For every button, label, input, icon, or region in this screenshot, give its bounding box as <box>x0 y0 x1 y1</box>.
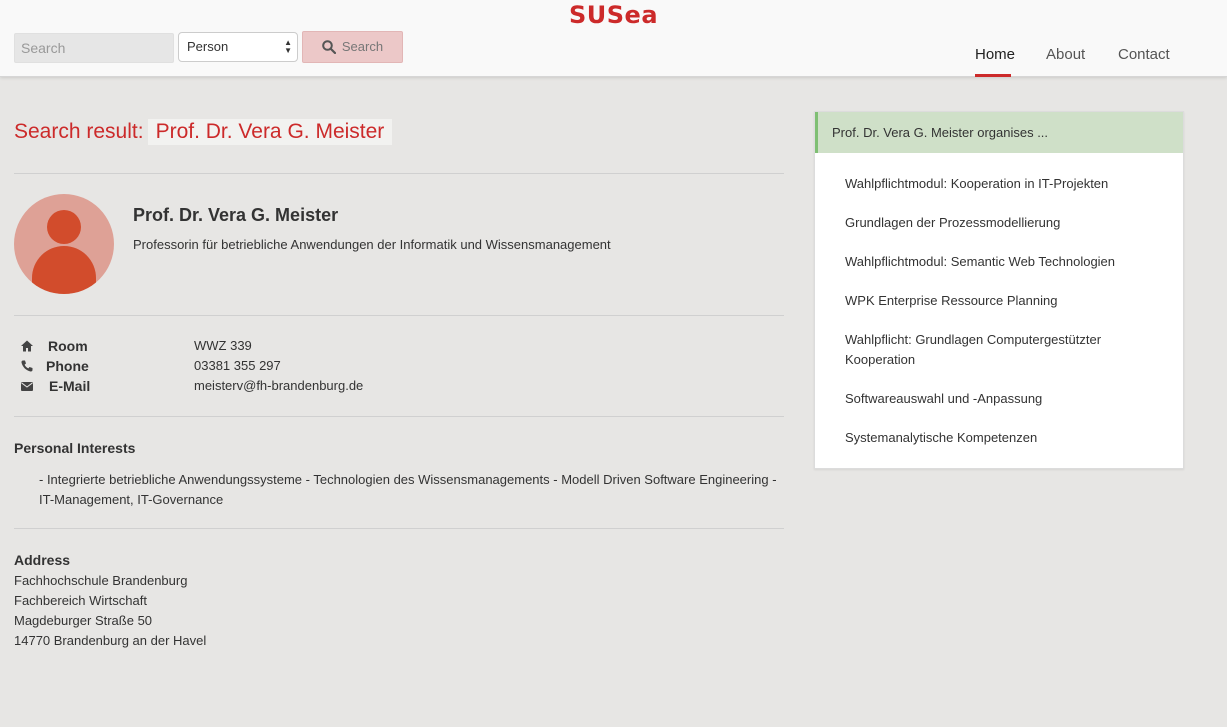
nav-about[interactable]: About <box>1046 46 1085 63</box>
phone-value: 03381 355 297 <box>194 358 281 373</box>
avatar <box>14 194 114 294</box>
person-name: Prof. Dr. Vera G. Meister <box>133 205 339 225</box>
divider <box>14 528 784 529</box>
search-result-query: Prof. Dr. Vera G. Meister <box>147 119 393 145</box>
phone-label: Phone <box>46 358 89 374</box>
search-result-label: Search result: <box>14 120 144 143</box>
address-line: Fachhochschule Brandenburg <box>14 573 188 588</box>
active-nav-indicator <box>975 74 1011 77</box>
organises-panel-title: Prof. Dr. Vera G. Meister organises ... <box>815 112 1183 153</box>
course-item[interactable]: Softwareauswahl und -Anpassung <box>845 389 1155 409</box>
email-value[interactable]: meisterv@fh-brandenburg.de <box>194 378 363 393</box>
home-icon <box>21 340 33 352</box>
divider <box>14 173 784 174</box>
top-navbar: SUSea Person ▲▼ Search Home About Contac… <box>0 0 1227 77</box>
search-input[interactable] <box>14 33 174 63</box>
room-label: Room <box>48 338 88 354</box>
address-line: 14770 Brandenburg an der Havel <box>14 633 207 648</box>
divider <box>14 416 784 417</box>
search-result-heading: Search result: Prof. Dr. Vera G. Meister <box>14 119 393 145</box>
brand-logo[interactable]: SUSea <box>0 0 1227 30</box>
interests-text: - Integrierte betriebliche Anwendungssys… <box>39 472 777 507</box>
avatar-head-shape <box>47 210 81 244</box>
avatar-body-shape <box>32 246 96 294</box>
organises-panel: Prof. Dr. Vera G. Meister organises ... … <box>814 111 1184 469</box>
search-type-value: Person <box>187 39 229 54</box>
course-item[interactable]: Wahlpflichtmodul: Kooperation in IT-Proj… <box>845 174 1155 194</box>
interests-title: Personal Interests <box>14 440 136 456</box>
search-button[interactable]: Search <box>302 31 403 63</box>
address-line: Fachbereich Wirtschaft <box>14 593 147 608</box>
envelope-icon <box>21 382 33 391</box>
course-item[interactable]: Grundlagen der Prozessmodellierung <box>845 213 1155 233</box>
address-title: Address <box>14 552 71 568</box>
address-line: Magdeburger Straße 50 <box>14 613 153 628</box>
course-item[interactable]: Systemanalytische Kompetenzen <box>845 428 1155 448</box>
room-value: WWZ 339 <box>194 338 252 353</box>
nav-contact[interactable]: Contact <box>1118 46 1170 63</box>
search-button-label: Search <box>341 39 384 54</box>
select-arrows-icon: ▲ ▼ <box>284 38 292 55</box>
divider <box>14 315 784 316</box>
course-item[interactable]: Wahlpflichtmodul: Semantic Web Technolog… <box>845 252 1155 272</box>
search-icon <box>322 40 336 55</box>
nav-home[interactable]: Home <box>975 46 1015 63</box>
phone-icon <box>21 360 33 372</box>
course-item[interactable]: WPK Enterprise Ressource Planning <box>845 291 1155 311</box>
course-item[interactable]: Wahlpflicht: Grundlagen Computergestützt… <box>845 330 1155 370</box>
person-title: Professorin für betriebliche Anwendungen… <box>133 237 611 252</box>
search-type-select[interactable]: Person ▲ ▼ <box>178 32 298 62</box>
email-label: E-Mail <box>49 378 91 394</box>
